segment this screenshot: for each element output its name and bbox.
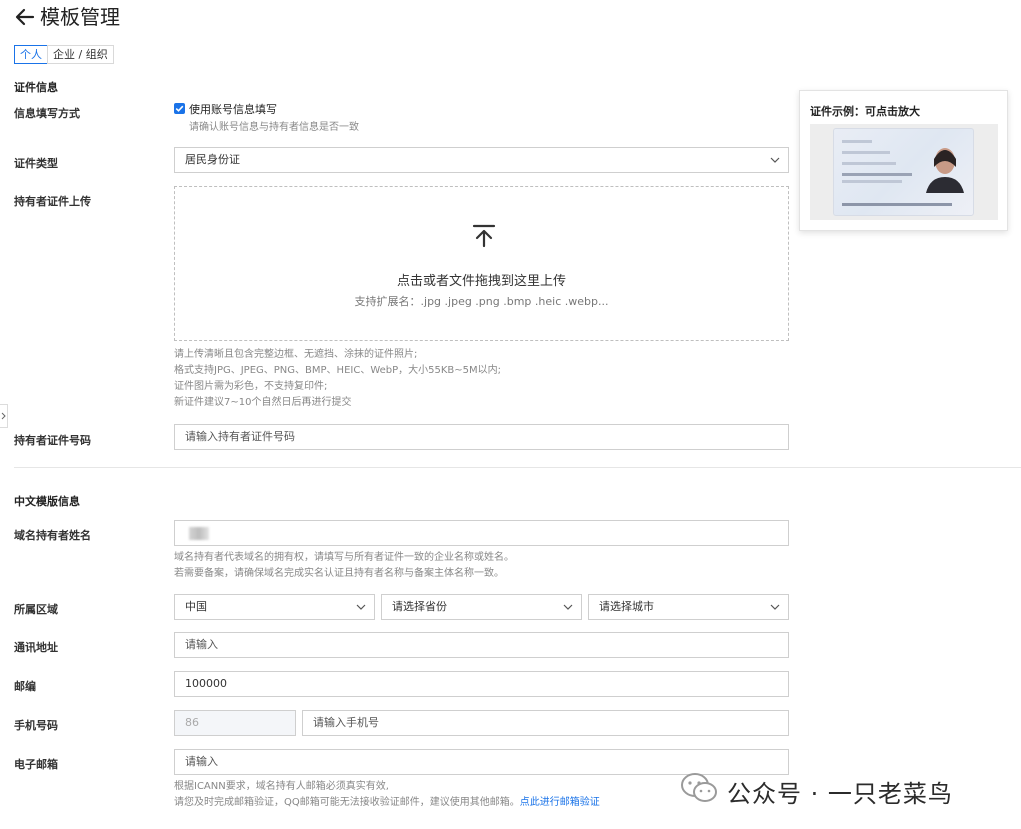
cert-example-title: 证件示例：可点击放大 (810, 105, 920, 118)
upload-main-text: 点击或者文件拖拽到这里上传 (396, 274, 566, 289)
holder-name-help: 域名持有者代表域名的拥有权，请填写与所有者证件一致的企业名称或姓名。 若需要备案… (174, 550, 514, 582)
region-label: 所属区域 (14, 603, 58, 616)
cert-upload-dropzone[interactable]: 点击或者文件拖拽到这里上传 支持扩展名：.jpg .jpeg .png .bmp… (174, 186, 789, 341)
upload-help-line: 证件图片需为彩色，不支持复印件; (174, 381, 328, 392)
upload-help: 请上传清晰且包含完整边框、无遮挡、涂抹的证件照片; 格式支持JPG、JPEG、P… (174, 347, 501, 411)
portrait-icon (926, 148, 964, 193)
phone-input[interactable]: 请输入手机号 (302, 710, 789, 736)
cert-number-placeholder: 请输入持有者证件号码 (185, 430, 295, 443)
id-card-sample (833, 128, 974, 216)
section-divider (14, 467, 1021, 468)
page-title: 模板管理 (40, 5, 120, 29)
address-label: 通讯地址 (14, 641, 58, 654)
cert-number-label: 持有者证件号码 (14, 434, 91, 447)
cert-example-popover: 证件示例：可点击放大 (799, 90, 1008, 231)
address-placeholder: 请输入 (185, 638, 218, 651)
phone-country-code: 86 (174, 710, 296, 736)
cn-section-title: 中文模版信息 (14, 495, 80, 508)
tab-bar: 个人 企业 / 组织 (14, 45, 114, 64)
side-collapse-handle[interactable] (0, 404, 8, 428)
watermark-text: 公众号 · 一只老菜鸟 (727, 780, 953, 808)
check-icon (175, 105, 184, 112)
verify-email-link[interactable]: 点此进行邮箱验证 (520, 797, 600, 808)
holder-name-help-line: 域名持有者代表域名的拥有权，请填写与所有者证件一致的企业名称或姓名。 (174, 552, 514, 563)
province-select[interactable]: 请选择省份 (381, 594, 582, 620)
upload-icon (472, 224, 496, 248)
country-value: 中国 (185, 600, 207, 613)
holder-name-label: 域名持有者姓名 (14, 529, 91, 542)
email-help-text: 请您及时完成邮箱验证，QQ邮箱可能无法接收验证邮件，建议使用其他邮箱。 (174, 797, 520, 808)
city-select[interactable]: 请选择城市 (588, 594, 789, 620)
postcode-label: 邮编 (14, 680, 36, 693)
chevron-down-icon (356, 604, 366, 610)
email-label: 电子邮箱 (14, 758, 58, 771)
upload-label: 持有者证件上传 (14, 195, 91, 208)
email-help: 根据ICANN要求，域名持有人邮箱必须真实有效, 请您及时完成邮箱验证，QQ邮箱… (174, 779, 600, 811)
cert-number-input[interactable]: 请输入持有者证件号码 (174, 424, 789, 450)
holder-name-input[interactable] (174, 520, 789, 546)
cert-type-select[interactable]: 居民身份证 (174, 147, 789, 173)
city-placeholder: 请选择城市 (599, 600, 654, 613)
use-account-info-label[interactable]: 使用账号信息填写 (189, 101, 277, 117)
upload-help-line: 格式支持JPG、JPEG、PNG、BMP、HEIC、WebP，大小55KB~5M… (174, 365, 502, 376)
phone-label: 手机号码 (14, 719, 58, 732)
fill-method-label: 信息填写方式 (14, 107, 80, 120)
email-help-line: 根据ICANN要求，域名持有人邮箱必须真实有效, (174, 781, 389, 792)
tab-enterprise[interactable]: 企业 / 组织 (47, 45, 114, 64)
upload-help-line: 新证件建议7~10个自然日后再进行提交 (174, 397, 352, 408)
cert-section-title: 证件信息 (14, 81, 58, 94)
upload-help-line: 请上传清晰且包含完整边框、无遮挡、涂抹的证件照片; (174, 349, 418, 360)
cert-example-image[interactable] (810, 124, 998, 220)
email-help-line: 请您及时完成邮箱验证，QQ邮箱可能无法接收验证邮件，建议使用其他邮箱。点此进行邮… (174, 795, 600, 811)
email-placeholder: 请输入 (185, 755, 218, 768)
redacted-name (189, 527, 209, 540)
cert-type-value: 居民身份证 (185, 153, 240, 166)
tab-personal[interactable]: 个人 (14, 45, 48, 64)
phone-code-value: 86 (185, 716, 199, 729)
wechat-icon (681, 773, 717, 802)
chevron-down-icon (770, 604, 780, 610)
province-placeholder: 请选择省份 (392, 600, 447, 613)
postcode-input[interactable]: 100000 (174, 671, 789, 697)
back-arrow-icon[interactable] (14, 6, 36, 28)
phone-placeholder: 请输入手机号 (313, 716, 379, 729)
chevron-down-icon (770, 157, 780, 163)
use-account-info-checkbox[interactable] (174, 103, 185, 114)
address-input[interactable]: 请输入 (174, 632, 789, 658)
postcode-value: 100000 (185, 677, 227, 690)
upload-extensions-text: 支持扩展名：.jpg .jpeg .png .bmp .heic .webp..… (354, 295, 609, 308)
country-select[interactable]: 中国 (174, 594, 375, 620)
holder-name-help-line: 若需要备案，请确保域名完成实名认证且持有者名称与备案主体名称一致。 (174, 568, 504, 579)
cert-type-label: 证件类型 (14, 157, 58, 170)
chevron-right-icon (1, 412, 6, 420)
fill-method-help: 请确认账号信息与持有者信息是否一致 (189, 122, 359, 133)
chevron-down-icon (563, 604, 573, 610)
